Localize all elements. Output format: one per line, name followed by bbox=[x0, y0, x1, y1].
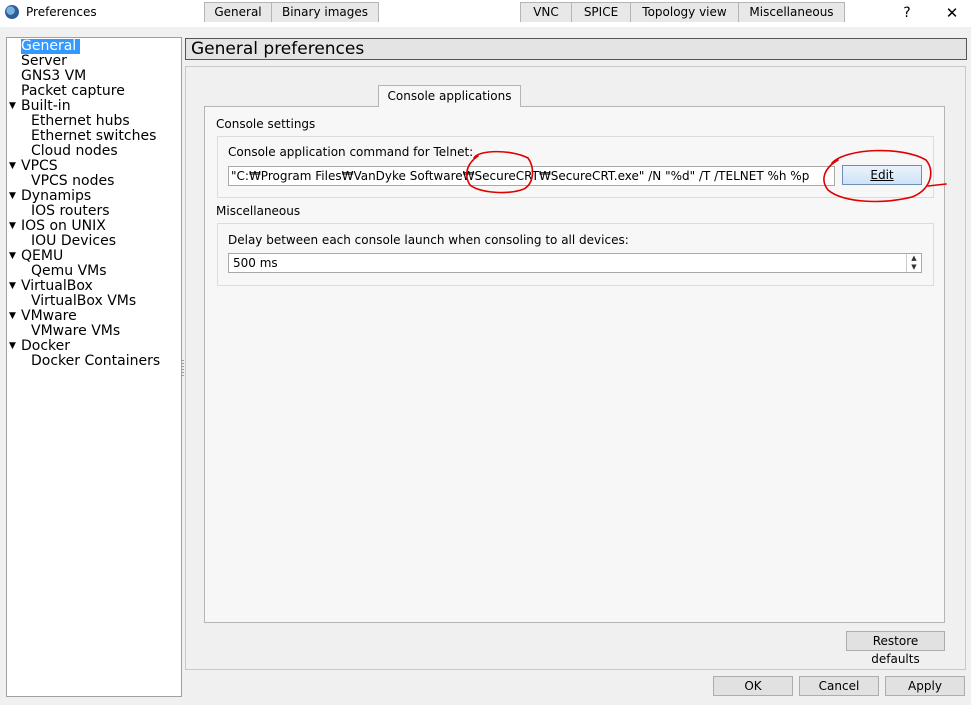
sidebar-item-label: Ethernet hubs bbox=[31, 113, 130, 129]
spin-up-arrow-icon[interactable]: ▲ bbox=[907, 254, 921, 263]
telnet-command-field[interactable]: "C:₩Program Files₩VanDyke Software₩Secur… bbox=[228, 166, 835, 186]
sidebar-item-label: Built-in bbox=[21, 98, 71, 114]
sidebar-item-label: General bbox=[21, 39, 81, 54]
help-button[interactable]: ? bbox=[892, 2, 922, 24]
splitter-handle[interactable] bbox=[182, 360, 184, 378]
sidebar-item-label: Server bbox=[21, 53, 67, 69]
window-title: Preferences bbox=[26, 5, 97, 19]
tab-binary-images[interactable]: Binary images bbox=[271, 2, 379, 22]
console-settings-title: Console settings bbox=[216, 117, 316, 131]
expand-arrow-icon[interactable]: ▼ bbox=[9, 279, 16, 294]
tab-spice[interactable]: SPICE bbox=[571, 2, 631, 22]
sidebar-item-label: Packet capture bbox=[21, 83, 125, 99]
tab-topology-view[interactable]: Topology view bbox=[630, 2, 739, 22]
expand-arrow-icon[interactable]: ▼ bbox=[9, 219, 16, 234]
expand-arrow-icon[interactable]: ▼ bbox=[9, 339, 16, 354]
sidebar-item-label: Docker Containers bbox=[31, 353, 161, 369]
sidebar-item-label: QEMU bbox=[21, 248, 64, 264]
sidebar-item-label: VMware VMs bbox=[31, 323, 121, 339]
delay-label: Delay between each console launch when c… bbox=[228, 233, 629, 247]
ok-button[interactable]: OK bbox=[713, 676, 793, 696]
expand-arrow-icon[interactable]: ▼ bbox=[9, 159, 16, 174]
tab-miscellaneous[interactable]: Miscellaneous bbox=[738, 2, 845, 22]
telnet-command-label: Console application command for Telnet: bbox=[228, 145, 474, 159]
tab-general[interactable]: General bbox=[204, 2, 272, 22]
sidebar-item-label: IOU Devices bbox=[31, 233, 117, 249]
sidebar-item-label: VPCS nodes bbox=[31, 173, 115, 189]
expand-arrow-icon[interactable]: ▼ bbox=[9, 309, 16, 324]
sidebar-item-label: Cloud nodes bbox=[31, 143, 118, 159]
sidebar-item-label: VirtualBox bbox=[21, 278, 93, 294]
apply-button[interactable]: Apply bbox=[885, 676, 965, 696]
edit-button[interactable]: Edit bbox=[842, 165, 922, 185]
preferences-tree[interactable]: General Server GNS3 VM Packet capture ▼ Built… bbox=[6, 37, 182, 697]
page-title: General preferences bbox=[191, 39, 365, 59]
expand-arrow-icon[interactable]: ▼ bbox=[9, 189, 16, 204]
cancel-button[interactable]: Cancel bbox=[799, 676, 879, 696]
sidebar-item-label: Docker bbox=[21, 338, 71, 354]
sidebar-item-label: IOS on UNIX bbox=[21, 218, 106, 234]
gns3-app-icon bbox=[5, 5, 19, 19]
restore-defaults-button[interactable]: Restore defaults bbox=[846, 631, 945, 666]
sidebar-item-label: Qemu VMs bbox=[31, 263, 107, 279]
sidebar-item-label: Ethernet switches bbox=[31, 128, 157, 144]
sidebar-item-label: GNS3 VM bbox=[21, 68, 87, 84]
miscellaneous-title: Miscellaneous bbox=[216, 204, 301, 218]
tab-vnc[interactable]: VNC bbox=[520, 2, 572, 22]
sidebar-item-label: VirtualBox VMs bbox=[31, 293, 137, 309]
sidebar-item-label: VPCS bbox=[21, 158, 58, 174]
sidebar-item-label: Dynamips bbox=[21, 188, 92, 204]
delay-value: 500 ms bbox=[233, 256, 278, 270]
close-button[interactable]: ✕ bbox=[937, 2, 967, 24]
expand-arrow-icon[interactable]: ▼ bbox=[9, 99, 16, 114]
sidebar-item-label: VMware bbox=[21, 308, 77, 324]
edit-button-label: Edit bbox=[870, 168, 894, 182]
delay-spin-buttons: ▲ ▼ bbox=[906, 254, 921, 272]
expand-arrow-icon[interactable]: ▼ bbox=[9, 249, 16, 264]
delay-spinbox[interactable]: 500 ms ▲ ▼ bbox=[228, 253, 922, 273]
tab-console-applications[interactable]: Console applications bbox=[378, 85, 521, 107]
sidebar-item-label: IOS routers bbox=[31, 203, 110, 219]
spin-down-arrow-icon[interactable]: ▼ bbox=[907, 263, 921, 272]
page-header: General preferences bbox=[185, 38, 967, 60]
